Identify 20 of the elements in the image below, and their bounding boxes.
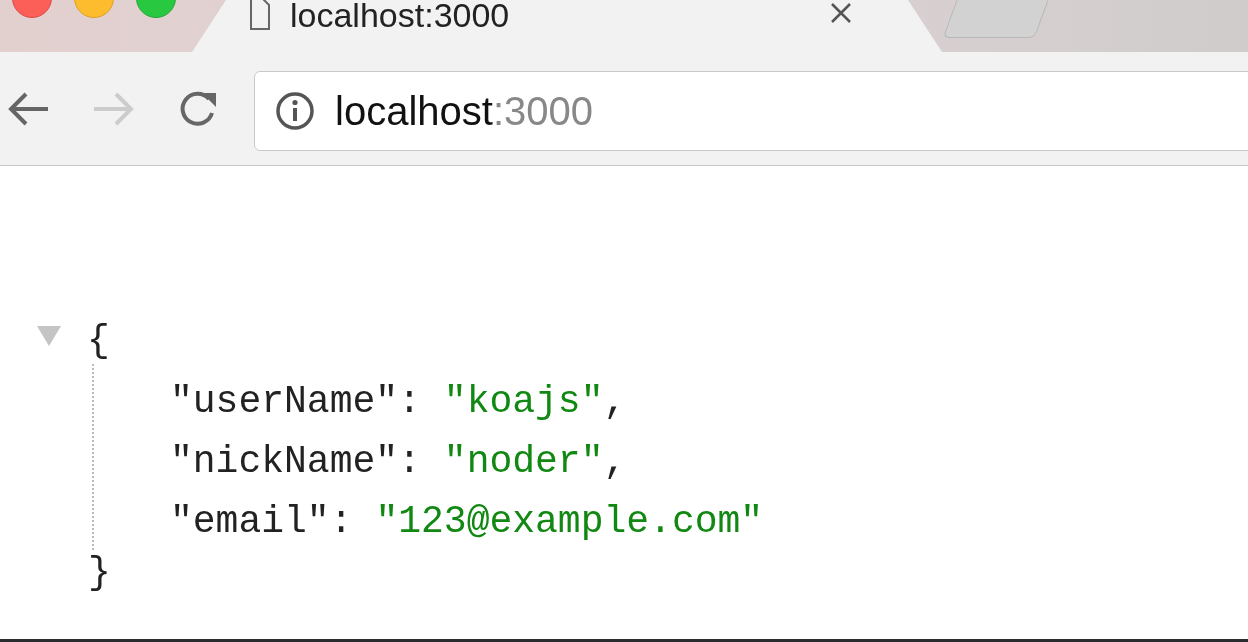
page-icon bbox=[250, 0, 270, 31]
address-bar[interactable]: localhost:3000 bbox=[254, 70, 1248, 151]
collapse-triangle-icon[interactable] bbox=[37, 326, 61, 346]
open-brace: { bbox=[87, 322, 110, 360]
json-key: "nickName": bbox=[170, 439, 421, 483]
json-value: "noder" bbox=[443, 439, 604, 483]
json-value: "koajs" bbox=[443, 379, 604, 423]
comma: , bbox=[603, 439, 627, 483]
tab-title: localhost:3000 bbox=[290, 0, 511, 32]
close-icon[interactable] bbox=[830, 2, 852, 24]
back-icon[interactable] bbox=[8, 90, 50, 127]
json-key: "userName": bbox=[170, 379, 421, 423]
comma: , bbox=[603, 379, 627, 423]
json-value: "123@example.com" bbox=[375, 499, 764, 543]
forward-icon[interactable] bbox=[92, 90, 134, 127]
url-text: localhost:3000 bbox=[335, 90, 593, 131]
json-key: "email": bbox=[170, 499, 353, 543]
info-icon bbox=[275, 90, 315, 131]
close-brace: } bbox=[88, 554, 111, 592]
browser-tab[interactable]: localhost:3000 bbox=[192, 0, 942, 52]
